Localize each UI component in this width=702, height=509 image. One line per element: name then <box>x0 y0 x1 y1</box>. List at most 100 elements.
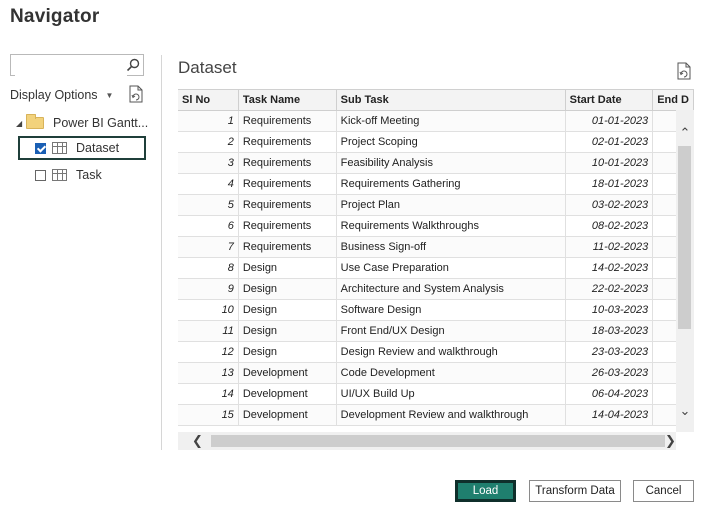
transform-data-button[interactable]: Transform Data <box>529 480 621 502</box>
window-title: Navigator <box>10 6 100 27</box>
table-cell: 12 <box>178 341 239 363</box>
search-input[interactable] <box>15 56 127 76</box>
table-row[interactable]: 11 Design Front End/UX Design 18-03-2023 <box>178 320 694 342</box>
table-cell: UI/UX Build Up <box>336 383 566 405</box>
table-cell: 01-01-2023 <box>565 110 654 132</box>
column-header[interactable]: Sub Task <box>336 90 566 111</box>
table-cell: 23-03-2023 <box>565 341 654 363</box>
table-cell: 14 <box>178 383 239 405</box>
table-cell: Requirements <box>238 152 337 174</box>
task-checkbox[interactable] <box>35 169 46 181</box>
table-cell: Design <box>238 278 337 300</box>
table-cell: Business Sign-off <box>336 236 566 258</box>
table-cell: 8 <box>178 257 239 279</box>
cancel-button[interactable]: Cancel <box>633 480 694 502</box>
vertical-scroll-thumb[interactable] <box>678 146 691 329</box>
tree-item-dataset[interactable]: Dataset <box>18 136 146 160</box>
table-row[interactable]: 14 Development UI/UX Build Up 06-04-2023 <box>178 383 694 405</box>
table-cell: Design <box>238 341 337 363</box>
scroll-left-icon[interactable]: ❮ <box>192 433 203 449</box>
table-cell: Requirements <box>238 110 337 132</box>
table-row[interactable]: 8 Design Use Case Preparation 14-02-2023 <box>178 257 694 279</box>
tree-item-task[interactable]: Task <box>35 166 102 184</box>
table-cell: 02-01-2023 <box>565 131 654 153</box>
table-cell: 1 <box>178 110 239 132</box>
table-cell: 06-04-2023 <box>565 383 654 405</box>
table-cell: 3 <box>178 152 239 174</box>
scroll-down-icon[interactable]: ⌄ <box>676 404 694 418</box>
load-button[interactable]: Load <box>455 480 516 502</box>
table-cell: 26-03-2023 <box>565 362 654 384</box>
chevron-down-icon: ▼ <box>105 90 114 100</box>
scroll-up-icon[interactable]: ⌃ <box>676 126 694 140</box>
scroll-right-icon[interactable]: ❯ <box>665 433 676 449</box>
table-cell: Design <box>238 320 337 342</box>
tree-folder-node[interactable]: ◢ Power BI Gantt... <box>16 114 149 130</box>
table-cell: Design <box>238 299 337 321</box>
table-cell: 5 <box>178 194 239 216</box>
expand-triangle-icon[interactable]: ◢ <box>16 119 26 128</box>
table-row[interactable]: 10 Design Software Design 10-03-2023 <box>178 299 694 321</box>
column-header[interactable]: Sl No <box>178 90 239 111</box>
table-cell: 14-02-2023 <box>565 257 654 279</box>
table-cell: Requirements <box>238 236 337 258</box>
table-row[interactable]: 7 Requirements Business Sign-off 11-02-2023 <box>178 236 694 258</box>
table-cell: 10-01-2023 <box>565 152 654 174</box>
refresh-icon[interactable] <box>128 85 144 103</box>
table-cell: 22-02-2023 <box>565 278 654 300</box>
table-cell: Project Plan <box>336 194 566 216</box>
table-row[interactable]: 4 Requirements Requirements Gathering 18-01… <box>178 173 694 195</box>
tree-item-label: Task <box>76 168 102 182</box>
table-cell: Development <box>238 383 337 405</box>
vertical-scrollbar[interactable]: ⌃ ⌄ <box>676 110 694 432</box>
column-header[interactable]: End D <box>652 90 694 111</box>
horizontal-scrollbar[interactable]: ❮ ❯ <box>178 432 676 450</box>
table-cell: Requirements <box>238 194 337 216</box>
table-row[interactable]: 1 Requirements Kick-off Meeting 01-01-2023 <box>178 110 694 132</box>
table-row[interactable]: 9 Design Architecture and System Analysis 2… <box>178 278 694 300</box>
table-cell: 03-02-2023 <box>565 194 654 216</box>
dataset-checkbox[interactable] <box>35 142 46 154</box>
table-cell: 10-03-2023 <box>565 299 654 321</box>
table-cell: 11 <box>178 320 239 342</box>
table-cell: Software Design <box>336 299 566 321</box>
table-cell: Project Scoping <box>336 131 566 153</box>
table-row[interactable]: 6 Requirements Requirements Walkthroughs 08… <box>178 215 694 237</box>
table-cell: Requirements Gathering <box>336 173 566 195</box>
table-cell: 11-02-2023 <box>565 236 654 258</box>
data-preview-grid[interactable]: Sl No Task Name Sub Task Start Date End D 1R… <box>178 89 694 451</box>
table-cell: 7 <box>178 236 239 258</box>
display-options-dropdown[interactable]: Display Options ▼ <box>10 88 113 102</box>
table-row[interactable]: 3 Requirements Feasibility Analysis 10-01-2… <box>178 152 694 174</box>
table-cell: Design Review and walkthrough <box>336 341 566 363</box>
search-icon[interactable] <box>126 58 140 72</box>
refresh-preview-icon[interactable] <box>676 62 692 80</box>
table-cell: Development <box>238 362 337 384</box>
column-header[interactable]: Start Date <box>565 90 654 111</box>
table-cell: Front End/UX Design <box>336 320 566 342</box>
search-field[interactable] <box>10 54 144 76</box>
table-cell: 08-02-2023 <box>565 215 654 237</box>
tree-item-label: Dataset <box>76 141 120 155</box>
folder-label: Power BI Gantt... <box>53 116 149 130</box>
table-cell: Requirements <box>238 173 337 195</box>
table-cell: 9 <box>178 278 239 300</box>
horizontal-scroll-thumb[interactable] <box>211 435 665 447</box>
table-cell: 14-04-2023 <box>565 404 654 426</box>
preview-title: Dataset <box>178 58 237 77</box>
table-cell: 6 <box>178 215 239 237</box>
table-cell: Use Case Preparation <box>336 257 566 279</box>
column-header[interactable]: Task Name <box>238 90 337 111</box>
table-cell: 4 <box>178 173 239 195</box>
table-icon <box>52 142 67 154</box>
table-cell: Design <box>238 257 337 279</box>
table-cell: Feasibility Analysis <box>336 152 566 174</box>
table-row[interactable]: 13 Development Code Development 26-03-2023 <box>178 362 694 384</box>
table-row[interactable]: 15 Development Development Review and walk… <box>178 404 694 426</box>
table-cell: Requirements <box>238 131 337 153</box>
pane-divider[interactable] <box>161 55 162 450</box>
table-row[interactable]: 5 Requirements Project Plan 03-02-2023 <box>178 194 694 216</box>
table-row[interactable]: 12 Design Design Review and walkthrough 23-… <box>178 341 694 363</box>
table-cell: 18-01-2023 <box>565 173 654 195</box>
table-row[interactable]: 2 Requirements Project Scoping 02-01-2023 <box>178 131 694 153</box>
